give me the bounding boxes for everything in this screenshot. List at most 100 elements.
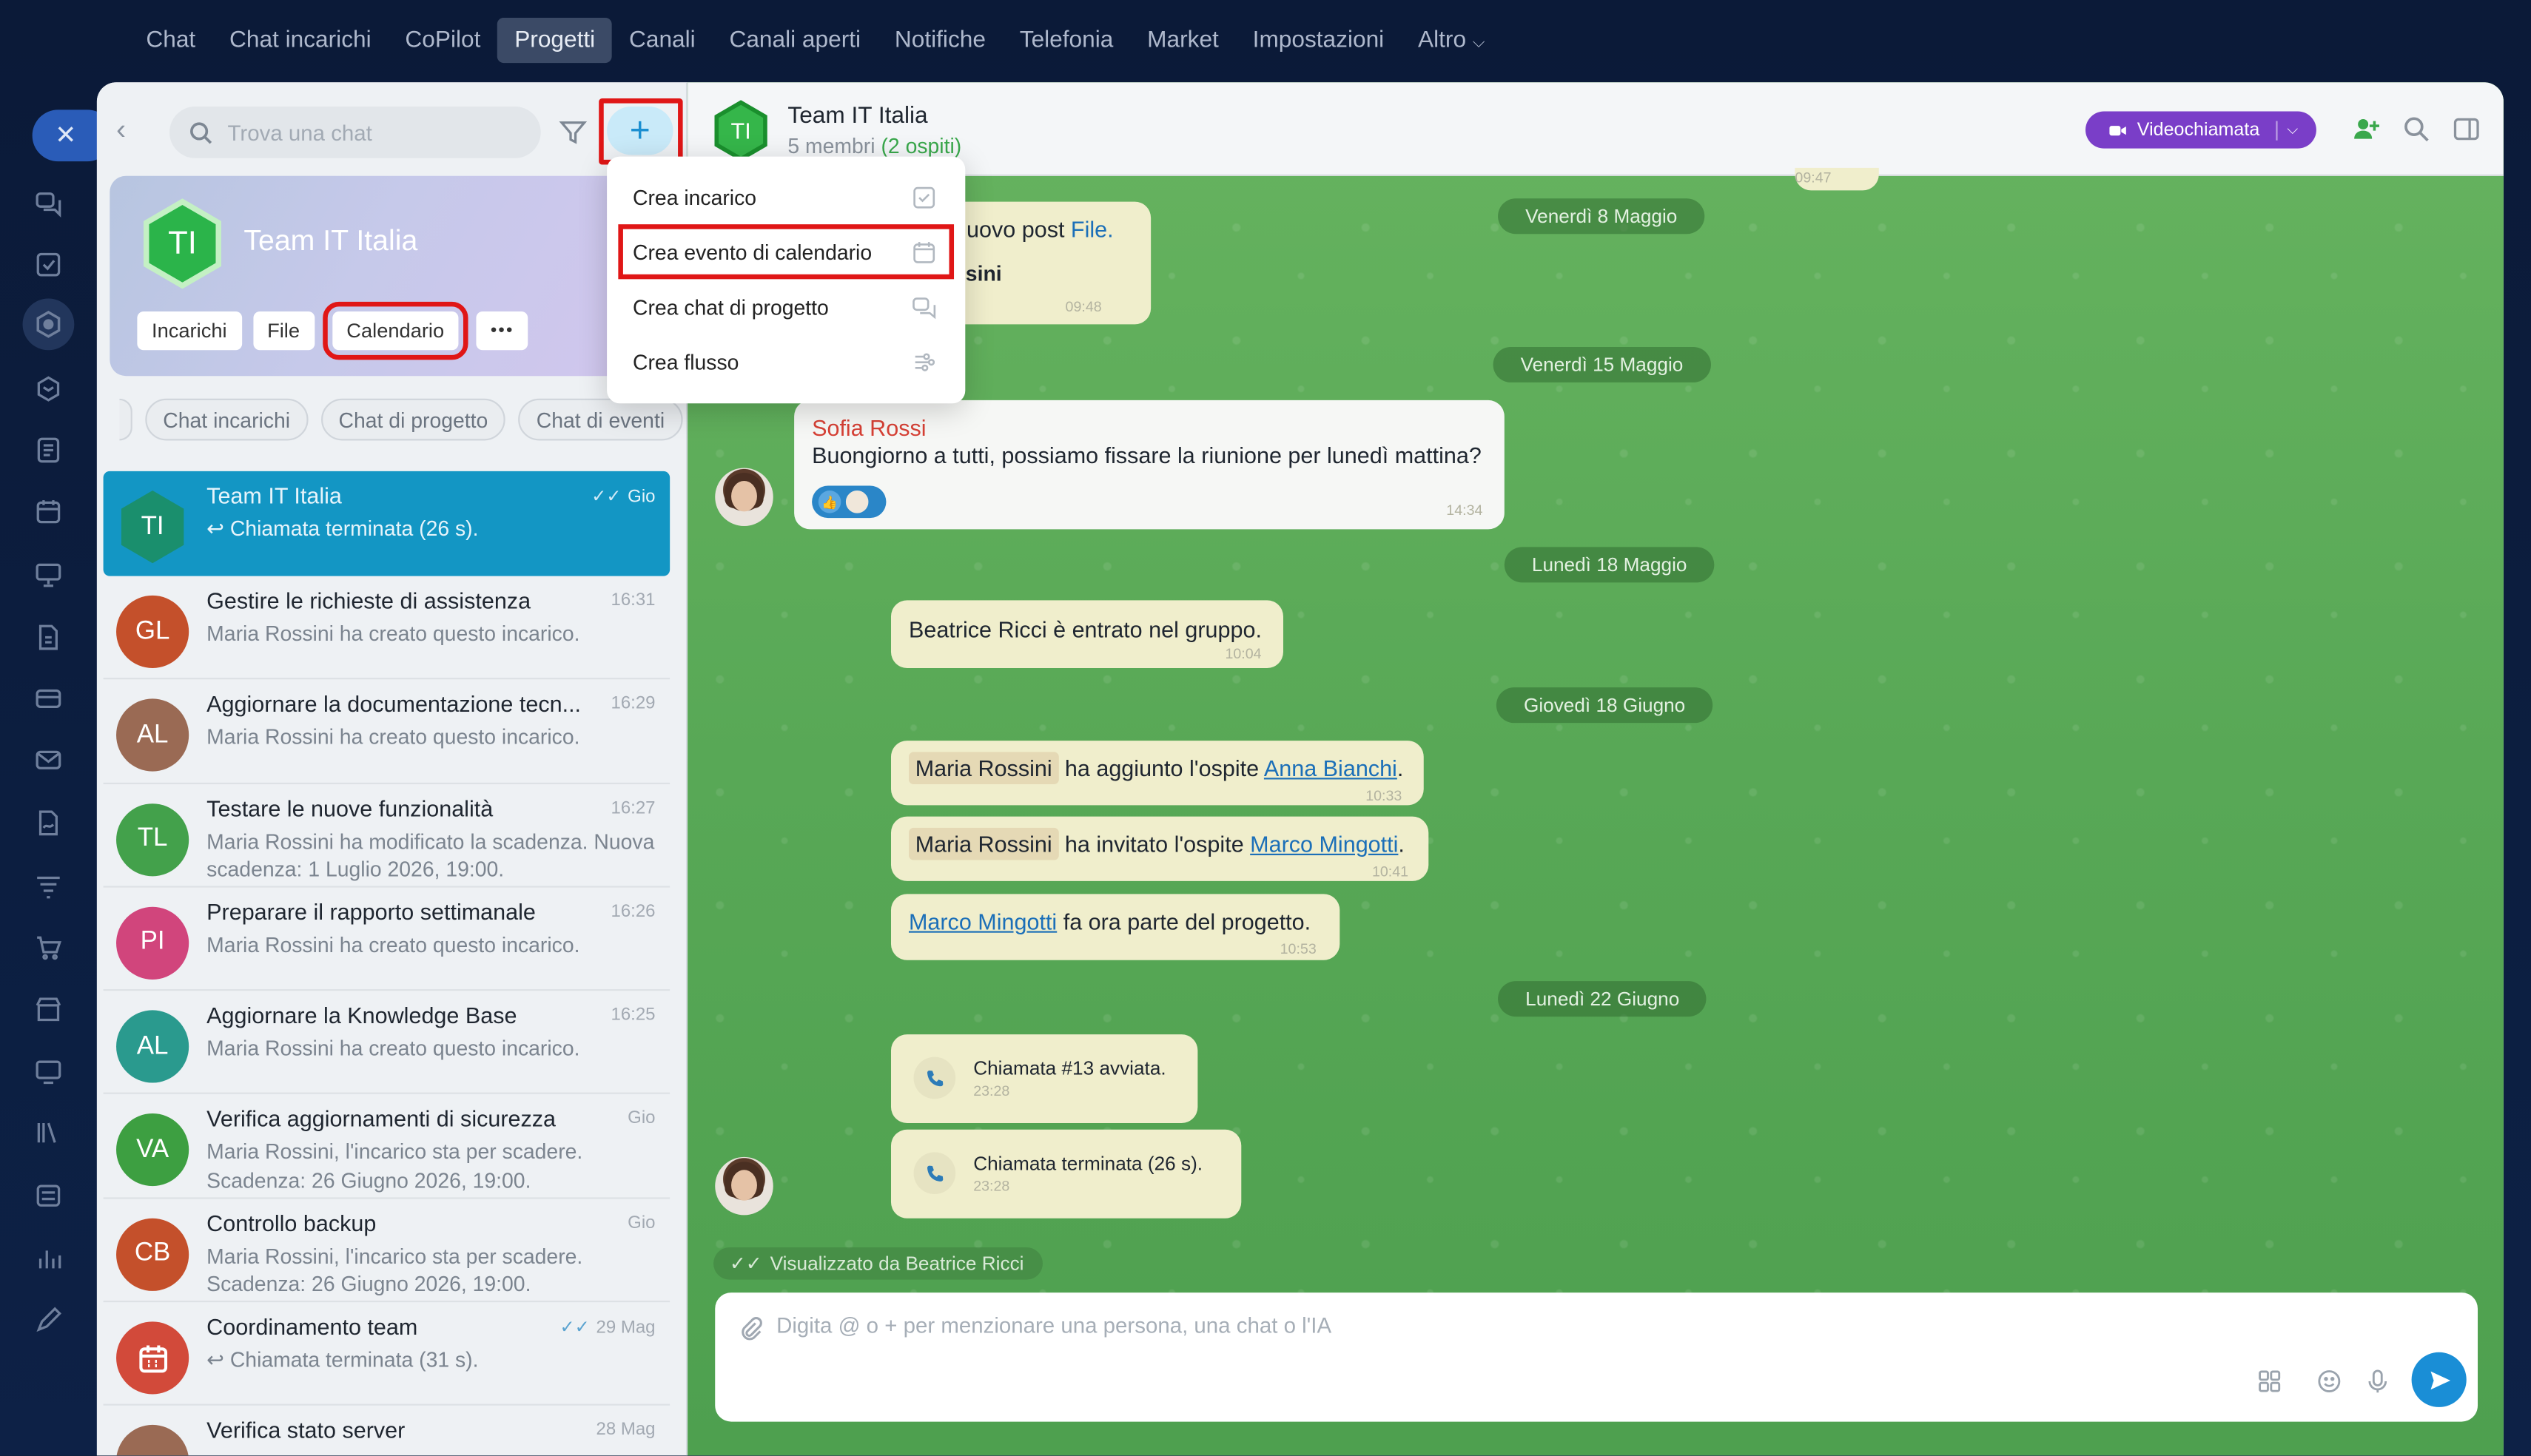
- filter-icon[interactable]: [559, 118, 588, 146]
- guest-link[interactable]: Marco Mingotti: [909, 909, 1057, 934]
- avatar[interactable]: [715, 1156, 773, 1216]
- chevron-down-icon[interactable]: ⌵: [2287, 121, 2298, 139]
- avatar: CB: [116, 1218, 189, 1291]
- books-icon[interactable]: [34, 1119, 63, 1147]
- conversation-avatar[interactable]: TI: [710, 100, 772, 162]
- nav-chat-incarichi[interactable]: Chat incarichi: [212, 18, 388, 63]
- card-icon[interactable]: [34, 684, 63, 713]
- create-plus-button[interactable]: +: [607, 106, 673, 155]
- chat-list-item[interactable]: TL Testare le nuove funzionalità 16:27 Mari…: [103, 783, 670, 888]
- nav-copilot[interactable]: CoPilot: [389, 18, 498, 63]
- mention-tag[interactable]: Maria Rossini: [908, 827, 1059, 860]
- nav-chat[interactable]: Chat: [129, 18, 212, 63]
- menu-item-crea-flusso[interactable]: Crea flusso: [607, 334, 965, 388]
- menu-item-crea-chat-progetto[interactable]: Crea chat di progetto: [607, 279, 965, 334]
- chat-list-item[interactable]: VA Verifica aggiornamenti di sicurezza Gio…: [103, 1095, 670, 1199]
- menu-item-crea-incarico[interactable]: Crea incarico: [607, 169, 965, 224]
- document-icon[interactable]: [34, 436, 63, 465]
- message-text: Beatrice Ricci è entrato nel gruppo.: [908, 616, 1262, 643]
- menu-item-label: Crea flusso: [632, 350, 739, 375]
- chat-name: Controllo backup: [206, 1210, 377, 1236]
- chat-list-item[interactable]: CB Controllo backup Gio Maria Rossini, l'in…: [103, 1199, 670, 1303]
- back-icon[interactable]: ‹: [116, 115, 139, 144]
- nav-telefonia[interactable]: Telefonia: [1003, 18, 1130, 63]
- chat-time-text: 16:25: [611, 1005, 656, 1025]
- search-box[interactable]: [169, 106, 541, 158]
- analytics-icon[interactable]: [34, 1244, 63, 1273]
- chat-list-item[interactable]: Coordinamento team ✓✓ 29 Mag ↩ Chiamata ter…: [103, 1302, 670, 1406]
- chat-list-item[interactable]: TI Team IT Italia ✓✓ Gio ↩ Chiamata terminat…: [103, 471, 670, 576]
- chat-list-item[interactable]: AL Aggiornare la Knowledge Base 16:25 Maria…: [103, 991, 670, 1095]
- video-call-button[interactable]: Videochiamata ⌵: [2085, 111, 2316, 149]
- chat-last-message: Maria Rossini ha modificato la scadenza.…: [206, 829, 655, 882]
- message-input[interactable]: [776, 1313, 2230, 1349]
- chat-list-item[interactable]: Verifica stato server 28 Mag: [104, 1406, 670, 1456]
- message-text: Buongiorno a tutti, possiamo fissare la …: [812, 442, 1482, 468]
- chat-last-message: Maria Rossini, l'incarico sta per scader…: [206, 1139, 583, 1193]
- nav-progetti[interactable]: Progetti: [497, 17, 613, 64]
- reactions[interactable]: 👍: [812, 485, 887, 519]
- double-check-icon: ✓✓: [559, 1318, 590, 1338]
- nav-altro[interactable]: Altro ⌵: [1401, 18, 1502, 63]
- more-button[interactable]: •••: [476, 311, 528, 351]
- nav-canali-aperti[interactable]: Canali aperti: [713, 18, 878, 63]
- nav-impostazioni[interactable]: Impostazioni: [1236, 18, 1401, 63]
- guest-link[interactable]: Anna Bianchi: [1264, 755, 1397, 781]
- presentation-icon[interactable]: [34, 560, 63, 589]
- copilot-icon[interactable]: [34, 374, 63, 403]
- file-button[interactable]: File: [252, 311, 315, 351]
- chip-partial[interactable]: [119, 398, 132, 441]
- chip-chat-incarichi[interactable]: Chat incarichi: [145, 398, 309, 441]
- list-icon[interactable]: [34, 1182, 63, 1210]
- signature-icon[interactable]: [34, 809, 63, 837]
- chip-chat-di-eventi[interactable]: Chat di eventi: [518, 398, 683, 441]
- funnel-icon[interactable]: [34, 872, 63, 900]
- nav-canali[interactable]: Canali: [612, 18, 712, 63]
- chat-last-message: Maria Rossini ha creato questo incarico.: [206, 621, 580, 646]
- chat-bubbles-icon[interactable]: [34, 189, 63, 218]
- search-icon[interactable]: [2402, 115, 2431, 144]
- message-time: 10:04: [1225, 645, 1262, 662]
- monitor-icon[interactable]: [34, 1057, 63, 1086]
- projects-icon[interactable]: [22, 298, 75, 351]
- video-call-label: Videochiamata: [2137, 120, 2260, 140]
- calendar-icon[interactable]: [34, 497, 63, 526]
- conversation-title[interactable]: Team IT Italia: [787, 104, 927, 129]
- file-icon[interactable]: [34, 623, 63, 652]
- menu-item-crea-evento-calendario[interactable]: Crea evento di calendario: [618, 224, 955, 280]
- chat-time: 16:29: [611, 695, 655, 714]
- paperclip-icon[interactable]: [738, 1315, 764, 1341]
- search-input[interactable]: [227, 120, 519, 145]
- chat-list-item[interactable]: GL Gestire le richieste di assistenza 16:3…: [103, 576, 670, 680]
- incarichi-button[interactable]: Incarichi: [137, 311, 242, 351]
- calendario-button[interactable]: Calendario: [322, 301, 468, 360]
- microphone-icon[interactable]: [2364, 1369, 2390, 1395]
- message-text: Maria Rossini ha invitato l'ospite Marco…: [908, 827, 1405, 860]
- cart-icon[interactable]: [34, 933, 63, 962]
- sidebar-toggle-icon[interactable]: [2452, 115, 2481, 144]
- chat-list-item[interactable]: AL Aggiornare la documentazione tecn... 16…: [103, 680, 670, 784]
- chat-time-text: 16:26: [611, 902, 656, 922]
- nav-notifiche[interactable]: Notifiche: [878, 18, 1003, 63]
- guest-link[interactable]: Marco Mingotti: [1250, 831, 1398, 857]
- add-user-icon[interactable]: [2352, 115, 2381, 144]
- mention-tag[interactable]: Maria Rossini: [908, 752, 1059, 785]
- store-icon[interactable]: [34, 994, 63, 1023]
- chat-time-text: 16:27: [611, 798, 656, 818]
- message-time: 09:47: [1795, 169, 1832, 186]
- nav-market[interactable]: Market: [1130, 18, 1235, 63]
- post-file-link[interactable]: File.: [1071, 216, 1114, 242]
- pen-icon[interactable]: [34, 1306, 63, 1335]
- avatar[interactable]: [715, 468, 773, 527]
- mail-icon[interactable]: [34, 746, 63, 775]
- apps-grid-icon[interactable]: [2256, 1369, 2282, 1395]
- chat-name: Verifica aggiornamenti di sicurezza: [206, 1106, 557, 1133]
- send-button[interactable]: [2411, 1352, 2467, 1407]
- sender-name[interactable]: Sofia Rossi: [812, 415, 926, 441]
- chat-list-item[interactable]: PI Preparare il rapporto settimanale 16:26…: [103, 887, 670, 991]
- guests-count[interactable]: (2 ospiti): [881, 134, 961, 158]
- task-check-icon[interactable]: [34, 250, 63, 279]
- chip-chat-di-progetto[interactable]: Chat di progetto: [320, 398, 506, 441]
- seen-by-text: Visualizzato da Beatrice Ricci: [770, 1252, 1024, 1275]
- emoji-icon[interactable]: [2316, 1369, 2342, 1395]
